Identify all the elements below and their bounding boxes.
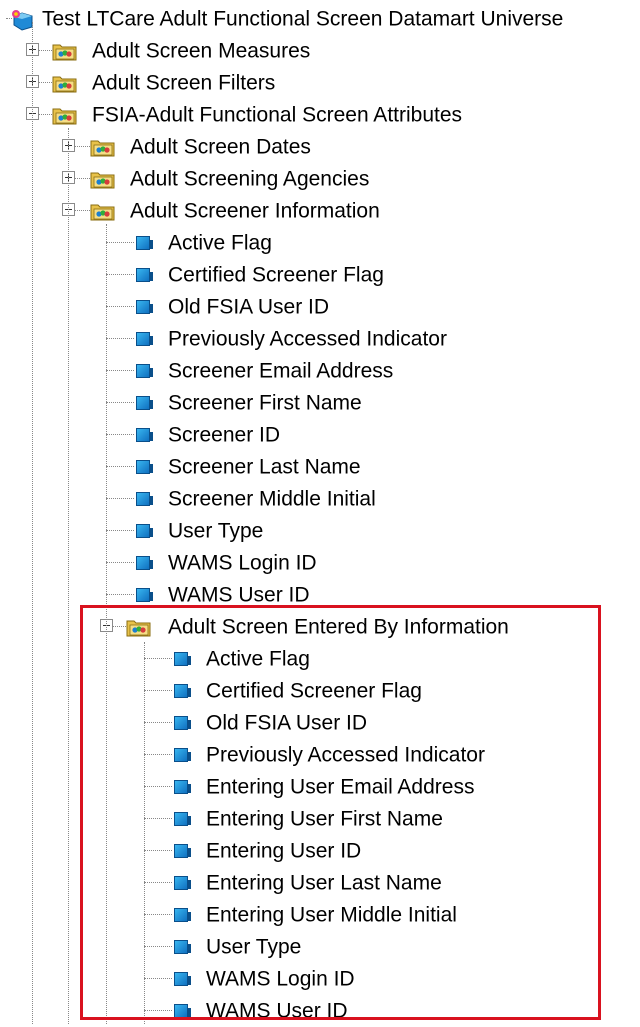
- tree-connector: [38, 82, 52, 83]
- tree-item-label: Screener Email Address: [168, 359, 394, 383]
- dimension-object-icon: [136, 268, 153, 282]
- highlight-box: [80, 605, 601, 1020]
- tree-item-label: FSIA-Adult Functional Screen Attributes: [92, 103, 463, 127]
- tree-connector: [38, 50, 52, 51]
- tree-item-label: Adult Screening Agencies: [130, 167, 370, 191]
- tree-folder-adult-screen-measures[interactable]: Adult Screen Measures: [0, 35, 640, 67]
- tree-item-label: Screener ID: [168, 423, 281, 447]
- folder-icon: [90, 201, 116, 221]
- tree-connector: [106, 242, 134, 243]
- tree-item-label: WAMS Login ID: [168, 551, 317, 575]
- dimension-object-icon: [136, 396, 153, 410]
- tree-item-label: Active Flag: [168, 231, 272, 255]
- tree-item-label: User Type: [168, 519, 264, 543]
- tree-item-label: Adult Screen Measures: [92, 39, 311, 63]
- tree-connector: [106, 594, 134, 595]
- tree-item-label: Screener Last Name: [168, 455, 361, 479]
- tree-field-screener[interactable]: WAMS Login ID: [0, 547, 640, 579]
- dimension-object-icon: [136, 556, 153, 570]
- dimension-object-icon: [136, 300, 153, 314]
- tree-connector: [106, 530, 134, 531]
- tree-folder-adult-screen-filters[interactable]: Adult Screen Filters: [0, 67, 640, 99]
- dimension-object-icon: [136, 588, 153, 602]
- folder-icon: [52, 41, 78, 61]
- tree-connector: [106, 402, 134, 403]
- tree-item-label: Old FSIA User ID: [168, 295, 330, 319]
- tree-folder-fsia-attributes[interactable]: FSIA-Adult Functional Screen Attributes: [0, 99, 640, 131]
- tree-field-screener[interactable]: Screener ID: [0, 419, 640, 451]
- folder-icon: [52, 105, 78, 125]
- tree-connector: [38, 114, 52, 115]
- tree-item-label: Adult Screen Dates: [130, 135, 311, 159]
- dimension-object-icon: [136, 428, 153, 442]
- tree-item-label: Adult Screener Information: [130, 199, 380, 223]
- tree-connector: [32, 22, 33, 1024]
- tree-field-screener[interactable]: Screener Email Address: [0, 355, 640, 387]
- folder-icon: [90, 137, 116, 157]
- dimension-object-icon: [136, 460, 153, 474]
- tree-connector: [106, 370, 134, 371]
- tree-field-screener[interactable]: Screener Middle Initial: [0, 483, 640, 515]
- tree-connector: [106, 466, 134, 467]
- tree-item-label: Screener First Name: [168, 391, 362, 415]
- tree-connector: [106, 274, 134, 275]
- tree-field-screener[interactable]: Screener First Name: [0, 387, 640, 419]
- tree-connector: [74, 178, 90, 179]
- folder-icon: [52, 73, 78, 93]
- tree-item-label: Previously Accessed Indicator: [168, 327, 447, 351]
- tree-item-label: Adult Screen Filters: [92, 71, 276, 95]
- dimension-object-icon: [136, 524, 153, 538]
- tree-field-screener[interactable]: Screener Last Name: [0, 451, 640, 483]
- tree-item-label: Certified Screener Flag: [168, 263, 384, 287]
- dimension-object-icon: [136, 236, 153, 250]
- tree-connector: [74, 210, 90, 211]
- tree-folder-adult-screener-information[interactable]: Adult Screener Information: [0, 195, 640, 227]
- tree-field-screener[interactable]: Certified Screener Flag: [0, 259, 640, 291]
- tree-connector: [106, 338, 134, 339]
- tree-connector: [106, 498, 134, 499]
- tree-field-screener[interactable]: User Type: [0, 515, 640, 547]
- folder-icon: [90, 169, 116, 189]
- dimension-object-icon: [136, 492, 153, 506]
- tree-root-universe[interactable]: Test LTCare Adult Functional Screen Data…: [0, 3, 640, 35]
- tree-folder-adult-screening-agencies[interactable]: Adult Screening Agencies: [0, 163, 640, 195]
- tree-connector: [68, 128, 69, 1024]
- tree-field-screener[interactable]: Active Flag: [0, 227, 640, 259]
- tree-field-screener[interactable]: Previously Accessed Indicator: [0, 323, 640, 355]
- dimension-object-icon: [136, 364, 153, 378]
- tree-item-label: Test LTCare Adult Functional Screen Data…: [42, 7, 564, 31]
- tree-folder-adult-screen-dates[interactable]: Adult Screen Dates: [0, 131, 640, 163]
- tree-connector: [106, 562, 134, 563]
- tree-item-label: WAMS User ID: [168, 583, 310, 607]
- tree-connector: [106, 434, 134, 435]
- tree-item-label: Screener Middle Initial: [168, 487, 376, 511]
- tree-connector: [74, 146, 90, 147]
- tree-connector: [106, 306, 134, 307]
- tree-field-screener[interactable]: Old FSIA User ID: [0, 291, 640, 323]
- dimension-object-icon: [136, 332, 153, 346]
